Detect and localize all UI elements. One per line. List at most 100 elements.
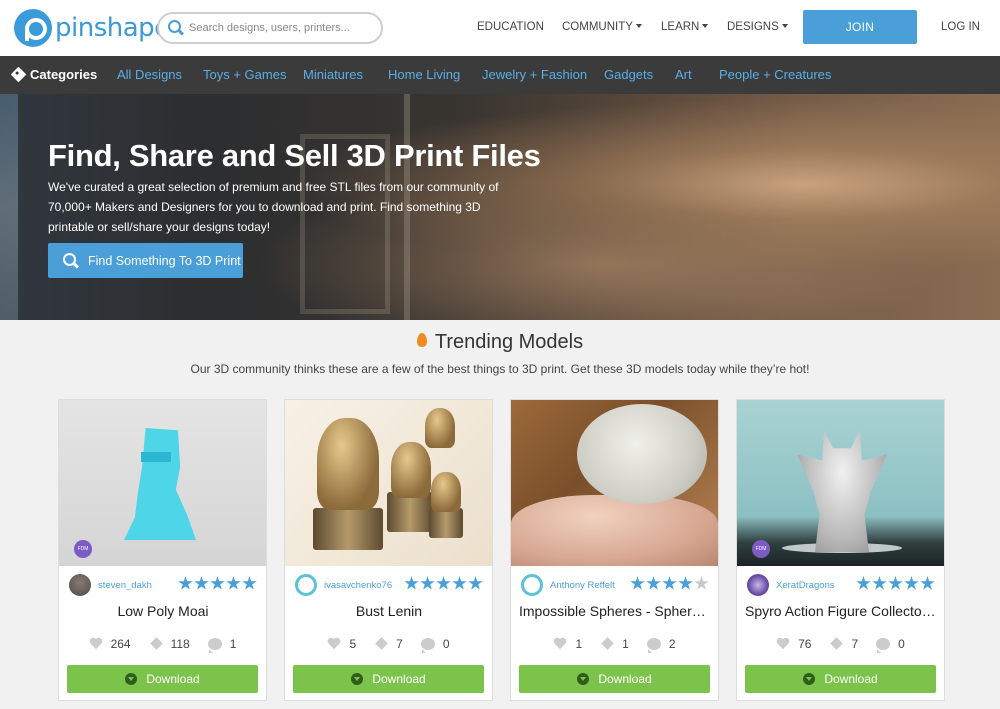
comments-stat[interactable]: 2 xyxy=(646,637,676,653)
model-thumbnail[interactable] xyxy=(511,400,718,566)
card-author[interactable]: XeratDragons xyxy=(747,574,835,596)
makes-stat[interactable]: 7 xyxy=(374,637,403,651)
category-art[interactable]: Art xyxy=(675,67,692,82)
comment-icon xyxy=(646,638,661,653)
model-thumbnail[interactable] xyxy=(285,400,492,566)
star-icon xyxy=(436,576,451,590)
hero-description: We've curated a great selection of premi… xyxy=(48,180,499,234)
categories-menu[interactable]: Categories xyxy=(10,66,97,83)
star-icon xyxy=(662,576,677,590)
model-name[interactable]: Spyro Action Figure Collector… xyxy=(745,603,937,619)
category-all-designs[interactable]: All Designs xyxy=(117,67,182,82)
makes-count: 118 xyxy=(170,637,190,651)
bust-shape xyxy=(317,418,379,510)
category-miniatures[interactable]: Miniatures xyxy=(303,67,363,82)
pinshape-logo[interactable]: pinshape xyxy=(14,9,170,47)
heart-icon xyxy=(776,638,790,650)
make-icon xyxy=(149,638,163,650)
likes-count: 5 xyxy=(349,637,357,651)
comments-stat[interactable]: 0 xyxy=(876,637,905,653)
model-stats: 1 1 2 xyxy=(511,637,718,653)
bust-shape xyxy=(425,408,455,448)
model-card[interactable]: FDM XeratDragons Spyro Action Figure Col… xyxy=(736,399,945,701)
likes-count: 264 xyxy=(110,637,131,651)
model-name[interactable]: Low Poly Moai xyxy=(67,603,259,619)
nav-community[interactable]: COMMUNITY xyxy=(562,21,642,33)
category-people-creatures[interactable]: People + Creatures xyxy=(719,67,831,82)
star-icon xyxy=(210,576,225,590)
make-icon xyxy=(600,638,614,650)
nav-learn[interactable]: LEARN xyxy=(661,21,709,33)
dragon-figure-shape xyxy=(797,430,887,552)
makes-stat[interactable]: 1 xyxy=(600,637,629,651)
nav-education[interactable]: EDUCATION xyxy=(477,21,544,33)
likes-count: 76 xyxy=(798,637,812,651)
join-button[interactable]: JOIN xyxy=(803,10,917,44)
model-name[interactable]: Bust Lenin xyxy=(293,603,485,619)
fdm-badge: FDM xyxy=(74,540,92,558)
likes-stat[interactable]: 1 xyxy=(553,637,582,651)
model-card[interactable]: ivasavchenko76 Bust Lenin 5 7 0 Download xyxy=(284,399,493,701)
makes-stat[interactable]: 7 xyxy=(829,637,858,651)
login-link[interactable]: LOG IN xyxy=(941,21,980,33)
download-button[interactable]: Download xyxy=(67,665,258,693)
star-icon xyxy=(646,576,661,590)
nav-designs[interactable]: DESIGNS xyxy=(727,21,788,33)
comments-stat[interactable]: 1 xyxy=(207,637,236,653)
search-icon xyxy=(167,19,185,37)
trending-title: Trending Models xyxy=(434,331,584,353)
category-toys-games[interactable]: Toys + Games xyxy=(203,67,286,82)
download-label: Download xyxy=(598,672,652,686)
card-author[interactable]: ivasavchenko76 xyxy=(295,574,392,596)
download-button[interactable]: Download xyxy=(745,665,936,693)
model-card[interactable]: Anthony Reffelt Impossible Spheres - Sph… xyxy=(510,399,719,701)
trending-subtitle: Our 3D community thinks these are a few … xyxy=(190,362,810,376)
avatar xyxy=(747,574,769,596)
nav-designs-label: DESIGNS xyxy=(727,21,779,33)
makes-stat[interactable]: 118 xyxy=(149,637,190,651)
model-stats: 5 7 0 xyxy=(285,637,492,653)
category-gadgets[interactable]: Gadgets xyxy=(604,67,653,82)
heart-icon xyxy=(553,638,567,650)
download-icon xyxy=(125,673,138,685)
author-name: steven_dakh xyxy=(98,579,152,591)
author-name: ivasavchenko76 xyxy=(324,579,393,591)
model-thumbnail[interactable]: FDM xyxy=(59,400,266,566)
moai-face-shape xyxy=(141,452,171,462)
model-name[interactable]: Impossible Spheres - Sphere i… xyxy=(519,603,711,619)
find-something-button[interactable]: Find Something To 3D Print xyxy=(48,243,243,278)
avatar xyxy=(69,574,91,596)
likes-stat[interactable]: 5 xyxy=(327,637,356,651)
make-icon xyxy=(829,638,843,650)
star-icon xyxy=(468,576,483,590)
pedestal-shape xyxy=(313,508,383,550)
makes-count: 1 xyxy=(622,637,629,651)
find-something-label: Find Something To 3D Print xyxy=(88,253,241,268)
star-icon xyxy=(888,576,903,590)
card-author[interactable]: Anthony Reffelt xyxy=(521,574,615,596)
category-home-living[interactable]: Home Living xyxy=(388,67,460,82)
chevron-down-icon xyxy=(635,24,642,28)
model-card[interactable]: FDM steven_dakh Low Poly Moai 264 118 1 … xyxy=(58,399,267,701)
search-input[interactable] xyxy=(189,22,369,34)
star-icon xyxy=(630,576,645,590)
search-box[interactable] xyxy=(157,12,383,44)
card-author[interactable]: steven_dakh xyxy=(69,574,152,596)
comments-stat[interactable]: 0 xyxy=(420,637,450,653)
star-icon xyxy=(242,576,257,590)
download-button[interactable]: Download xyxy=(519,665,710,693)
comment-icon xyxy=(207,638,222,653)
model-thumbnail[interactable]: FDM xyxy=(737,400,944,566)
category-bar: Categories All Designs Toys + Games Mini… xyxy=(0,56,1000,94)
likes-stat[interactable]: 76 xyxy=(776,637,811,651)
bust-shape xyxy=(391,442,431,498)
avatar xyxy=(521,574,543,596)
star-empty-icon xyxy=(694,576,709,590)
download-button[interactable]: Download xyxy=(293,665,484,693)
trending-heading: Trending Models xyxy=(0,331,1000,354)
category-jewelry-fashion[interactable]: Jewelry + Fashion xyxy=(482,67,587,82)
likes-stat[interactable]: 264 xyxy=(89,637,131,651)
makes-count: 7 xyxy=(396,637,403,651)
sphere-shape xyxy=(577,404,707,504)
tag-icon xyxy=(10,66,27,83)
